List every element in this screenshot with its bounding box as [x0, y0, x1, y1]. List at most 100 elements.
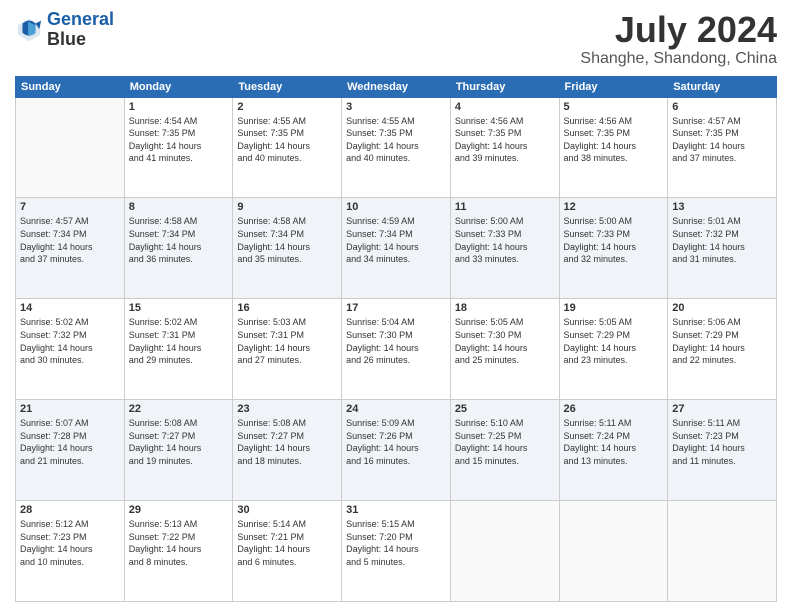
calendar-cell [16, 97, 125, 198]
calendar-day-header: Wednesday [342, 76, 451, 97]
day-number: 7 [20, 201, 120, 213]
calendar-cell [559, 501, 668, 602]
day-number: 23 [237, 403, 337, 415]
day-number: 18 [455, 302, 555, 314]
day-number: 6 [672, 101, 772, 113]
day-number: 28 [20, 504, 120, 516]
calendar-cell: 19 Sunrise: 5:05 AM Sunset: 7:29 PM Dayli… [559, 299, 668, 400]
day-number: 3 [346, 101, 446, 113]
calendar-cell: 21 Sunrise: 5:07 AM Sunset: 7:28 PM Dayli… [16, 400, 125, 501]
day-info: Sunrise: 5:00 AM Sunset: 7:33 PM Dayligh… [564, 215, 664, 265]
calendar-week-row: 28 Sunrise: 5:12 AM Sunset: 7:23 PM Dayli… [16, 501, 777, 602]
day-number: 10 [346, 201, 446, 213]
logo-line2: Blue [47, 30, 114, 50]
calendar-cell: 18Sunrise: 5:05 AM Sunset: 7:30 PM Dayli… [450, 299, 559, 400]
day-info: Sunrise: 5:02 AM Sunset: 7:31 PM Dayligh… [129, 316, 229, 366]
day-info: Sunrise: 5:15 AM Sunset: 7:20 PM Dayligh… [346, 518, 446, 568]
calendar-cell: 1Sunrise: 4:54 AM Sunset: 7:35 PM Daylig… [124, 97, 233, 198]
calendar-cell: 2 Sunrise: 4:55 AM Sunset: 7:35 PM Daylig… [233, 97, 342, 198]
day-info: Sunrise: 5:09 AM Sunset: 7:26 PM Dayligh… [346, 417, 446, 467]
day-info: Sunrise: 4:58 AM Sunset: 7:34 PM Dayligh… [129, 215, 229, 265]
calendar-cell: 29 Sunrise: 5:13 AM Sunset: 7:22 PM Dayli… [124, 501, 233, 602]
calendar-cell: 16 Sunrise: 5:03 AM Sunset: 7:31 PM Dayli… [233, 299, 342, 400]
day-number: 26 [564, 403, 664, 415]
day-info: Sunrise: 4:56 AM Sunset: 7:35 PM Dayligh… [564, 115, 664, 165]
day-number: 25 [455, 403, 555, 415]
month-title: July 2024 [580, 10, 777, 50]
calendar-cell: 17Sunrise: 5:04 AM Sunset: 7:30 PM Dayli… [342, 299, 451, 400]
calendar-cell: 22Sunrise: 5:08 AM Sunset: 7:27 PM Dayli… [124, 400, 233, 501]
day-info: Sunrise: 5:14 AM Sunset: 7:21 PM Dayligh… [237, 518, 337, 568]
page: General Blue July 2024 Shanghe, Shandong… [0, 0, 792, 612]
logo-line1: General [47, 9, 114, 29]
calendar-cell: 5 Sunrise: 4:56 AM Sunset: 7:35 PM Daylig… [559, 97, 668, 198]
calendar-cell: 15Sunrise: 5:02 AM Sunset: 7:31 PM Dayli… [124, 299, 233, 400]
calendar-cell: 20 Sunrise: 5:06 AM Sunset: 7:29 PM Dayli… [668, 299, 777, 400]
header: General Blue July 2024 Shanghe, Shandong… [15, 10, 777, 68]
day-number: 30 [237, 504, 337, 516]
calendar-week-row: 7 Sunrise: 4:57 AM Sunset: 7:34 PM Daylig… [16, 198, 777, 299]
day-info: Sunrise: 4:56 AM Sunset: 7:35 PM Dayligh… [455, 115, 555, 165]
calendar-cell: 10Sunrise: 4:59 AM Sunset: 7:34 PM Dayli… [342, 198, 451, 299]
day-number: 19 [564, 302, 664, 314]
day-info: Sunrise: 5:05 AM Sunset: 7:29 PM Dayligh… [564, 316, 664, 366]
day-info: Sunrise: 4:57 AM Sunset: 7:35 PM Dayligh… [672, 115, 772, 165]
calendar-cell: 9Sunrise: 4:58 AM Sunset: 7:34 PM Daylig… [233, 198, 342, 299]
day-info: Sunrise: 5:01 AM Sunset: 7:32 PM Dayligh… [672, 215, 772, 265]
day-number: 17 [346, 302, 446, 314]
logo: General Blue [15, 10, 114, 50]
calendar-header-row: SundayMondayTuesdayWednesdayThursdayFrid… [16, 76, 777, 97]
calendar-cell: 28 Sunrise: 5:12 AM Sunset: 7:23 PM Dayli… [16, 501, 125, 602]
day-info: Sunrise: 4:57 AM Sunset: 7:34 PM Dayligh… [20, 215, 120, 265]
day-number: 8 [129, 201, 229, 213]
day-number: 2 [237, 101, 337, 113]
calendar-cell: 27Sunrise: 5:11 AM Sunset: 7:23 PM Dayli… [668, 400, 777, 501]
logo-icon [15, 16, 43, 44]
day-info: Sunrise: 5:10 AM Sunset: 7:25 PM Dayligh… [455, 417, 555, 467]
calendar-cell: 25 Sunrise: 5:10 AM Sunset: 7:25 PM Dayli… [450, 400, 559, 501]
day-info: Sunrise: 4:54 AM Sunset: 7:35 PM Dayligh… [129, 115, 229, 165]
calendar-cell: 8 Sunrise: 4:58 AM Sunset: 7:34 PM Daylig… [124, 198, 233, 299]
calendar-table: SundayMondayTuesdayWednesdayThursdayFrid… [15, 76, 777, 602]
calendar-cell: 24 Sunrise: 5:09 AM Sunset: 7:26 PM Dayli… [342, 400, 451, 501]
calendar-week-row: 14 Sunrise: 5:02 AM Sunset: 7:32 PM Dayli… [16, 299, 777, 400]
day-info: Sunrise: 5:06 AM Sunset: 7:29 PM Dayligh… [672, 316, 772, 366]
calendar-cell: 31 Sunrise: 5:15 AM Sunset: 7:20 PM Dayli… [342, 501, 451, 602]
calendar-day-header: Saturday [668, 76, 777, 97]
calendar-day-header: Monday [124, 76, 233, 97]
day-info: Sunrise: 5:02 AM Sunset: 7:32 PM Dayligh… [20, 316, 120, 366]
day-number: 24 [346, 403, 446, 415]
calendar-cell: 11Sunrise: 5:00 AM Sunset: 7:33 PM Dayli… [450, 198, 559, 299]
calendar-cell: 30 Sunrise: 5:14 AM Sunset: 7:21 PM Dayli… [233, 501, 342, 602]
calendar-cell [450, 501, 559, 602]
calendar-cell: 6 Sunrise: 4:57 AM Sunset: 7:35 PM Daylig… [668, 97, 777, 198]
calendar-cell: 13Sunrise: 5:01 AM Sunset: 7:32 PM Dayli… [668, 198, 777, 299]
day-number: 5 [564, 101, 664, 113]
day-info: Sunrise: 5:00 AM Sunset: 7:33 PM Dayligh… [455, 215, 555, 265]
title-block: July 2024 Shanghe, Shandong, China [580, 10, 777, 68]
calendar-cell: 23Sunrise: 5:08 AM Sunset: 7:27 PM Dayli… [233, 400, 342, 501]
day-number: 20 [672, 302, 772, 314]
calendar-day-header: Thursday [450, 76, 559, 97]
day-info: Sunrise: 5:03 AM Sunset: 7:31 PM Dayligh… [237, 316, 337, 366]
day-number: 31 [346, 504, 446, 516]
calendar-day-header: Sunday [16, 76, 125, 97]
day-number: 9 [237, 201, 337, 213]
calendar-week-row: 21 Sunrise: 5:07 AM Sunset: 7:28 PM Dayli… [16, 400, 777, 501]
day-info: Sunrise: 5:12 AM Sunset: 7:23 PM Dayligh… [20, 518, 120, 568]
calendar-day-header: Friday [559, 76, 668, 97]
day-number: 29 [129, 504, 229, 516]
calendar-cell: 12Sunrise: 5:00 AM Sunset: 7:33 PM Dayli… [559, 198, 668, 299]
day-info: Sunrise: 5:13 AM Sunset: 7:22 PM Dayligh… [129, 518, 229, 568]
logo-text: General Blue [47, 10, 114, 50]
day-number: 22 [129, 403, 229, 415]
day-info: Sunrise: 5:07 AM Sunset: 7:28 PM Dayligh… [20, 417, 120, 467]
day-number: 27 [672, 403, 772, 415]
calendar-cell [668, 501, 777, 602]
day-number: 14 [20, 302, 120, 314]
day-info: Sunrise: 4:55 AM Sunset: 7:35 PM Dayligh… [237, 115, 337, 165]
calendar-cell: 7 Sunrise: 4:57 AM Sunset: 7:34 PM Daylig… [16, 198, 125, 299]
day-number: 16 [237, 302, 337, 314]
day-number: 21 [20, 403, 120, 415]
calendar-cell: 26Sunrise: 5:11 AM Sunset: 7:24 PM Dayli… [559, 400, 668, 501]
